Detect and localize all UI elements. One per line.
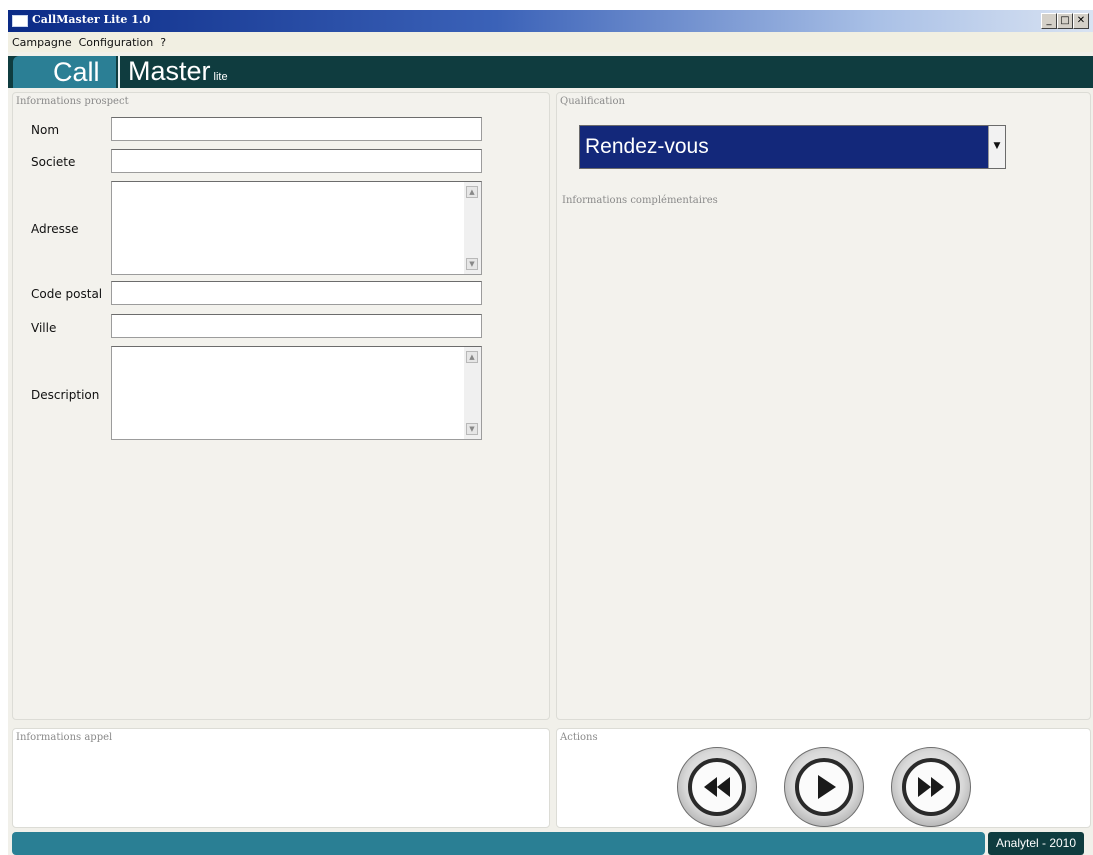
description-label: Description [31,388,100,402]
actions-panel-title: Actions [560,732,598,743]
logo-master-text: Master [128,56,211,86]
window-title: CallMaster Lite 1.0 [32,13,151,26]
menu-configuration[interactable]: Configuration [79,36,154,49]
maximize-button[interactable]: □ [1057,13,1073,29]
fast-forward-glyph [918,777,944,797]
adresse-label: Adresse [31,222,79,236]
brand-footer: Analytel - 2010 [988,832,1084,855]
societe-label: Societe [31,155,76,169]
next-button[interactable] [891,747,971,827]
code-postal-label: Code postal [31,287,103,301]
nom-input[interactable] [111,117,482,141]
societe-input[interactable] [111,149,482,173]
qualification-panel-title: Qualification [560,96,625,107]
title-bar[interactable]: CallMaster Lite 1.0 _ □ ✕ [8,10,1093,32]
prospect-panel: Informations prospect Nom Societe Adress… [12,92,550,720]
status-bar [12,832,985,855]
code-postal-input[interactable] [111,281,482,305]
scroll-up-icon[interactable]: ▲ [466,186,478,198]
close-button[interactable]: ✕ [1073,13,1089,29]
rewind-icon [688,758,746,816]
app-window: CallMaster Lite 1.0 _ □ ✕ Campagne Confi… [8,10,1093,855]
qualification-panel: Qualification Rendez-vous ▼ Informations… [556,92,1091,720]
previous-button[interactable] [677,747,757,827]
scroll-up-icon[interactable]: ▲ [466,351,478,363]
qualification-select[interactable]: Rendez-vous ▼ [579,125,1006,169]
play-icon [795,758,853,816]
call-info-panel-title: Informations appel [16,732,113,743]
menu-help[interactable]: ? [160,36,166,49]
actions-panel: Actions [556,728,1091,828]
rewind-glyph [704,777,730,797]
minimize-button[interactable]: _ [1041,13,1057,29]
nom-label: Nom [31,123,60,137]
window-controls: _ □ ✕ [1041,13,1089,29]
logo-lite: lite [213,71,228,83]
adresse-textarea[interactable]: ▲ ▼ [111,181,482,275]
scroll-down-icon[interactable]: ▼ [466,423,478,435]
call-info-panel: Informations appel [12,728,550,828]
scroll-down-icon[interactable]: ▼ [466,258,478,270]
app-icon [12,15,28,27]
description-textarea[interactable]: ▲ ▼ [111,346,482,440]
dropdown-arrow-icon[interactable]: ▼ [988,126,1005,168]
logo-call: Call [13,56,116,88]
play-button[interactable] [784,747,864,827]
menu-campagne[interactable]: Campagne [12,36,72,49]
informations-complementaires-label: Informations complémentaires [562,195,718,206]
prospect-panel-title: Informations prospect [16,96,129,107]
fast-forward-icon [902,758,960,816]
adresse-scrollbar[interactable]: ▲ ▼ [464,182,481,274]
menu-bar: Campagne Configuration ? [8,32,1093,52]
logo-banner: Call Master lite [8,56,1093,88]
description-scrollbar[interactable]: ▲ ▼ [464,347,481,439]
ville-input[interactable] [111,314,482,338]
play-glyph [818,775,836,799]
logo-master: Master lite [120,56,228,88]
qualification-selected-value: Rendez-vous [585,135,709,158]
ville-label: Ville [31,321,57,335]
